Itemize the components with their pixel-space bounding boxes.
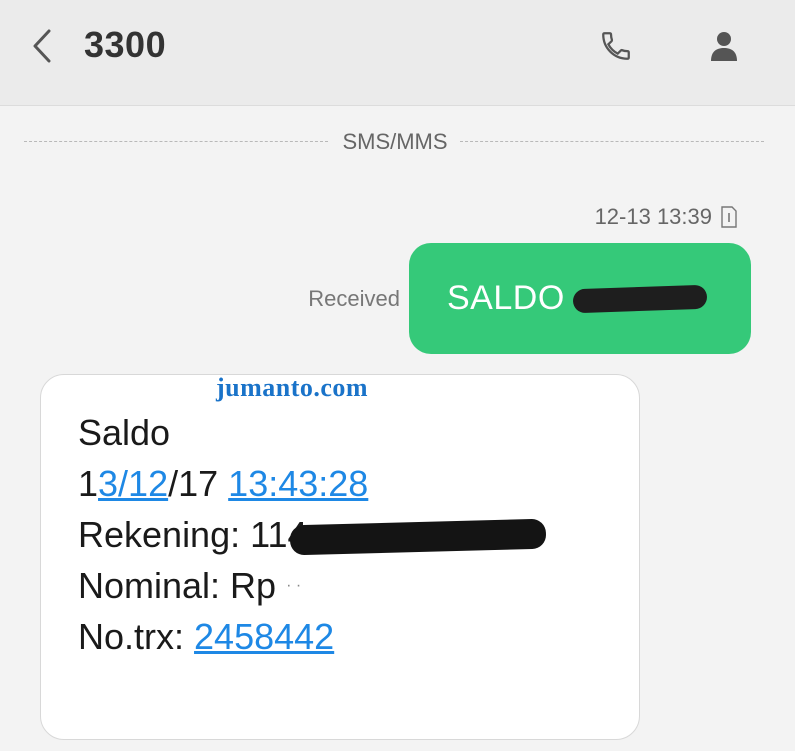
date-suffix: /17 (168, 463, 219, 504)
trx-label: No.trx: (78, 616, 185, 657)
message-timestamp: 12-13 13:39 (594, 204, 712, 229)
divider-label: SMS/MMS (342, 129, 448, 154)
contact-button[interactable] (702, 24, 746, 68)
message-type-divider: SMS/MMS (24, 128, 764, 156)
divider-line-left (24, 141, 328, 142)
message-line-trx: No.trx: 2458442 (78, 615, 334, 659)
message-line-account: Rekening: 114 (78, 513, 546, 557)
back-button[interactable] (22, 22, 62, 70)
redaction-mark (572, 284, 708, 313)
account-label: Rekening: 114 (78, 514, 308, 555)
date-link[interactable]: 3/12 (98, 463, 168, 504)
sent-message-text: SALDO (447, 279, 565, 317)
watermark: jumanto.com (216, 373, 369, 402)
divider-line-right (460, 141, 764, 142)
redaction-mark (289, 519, 546, 556)
nominal-specks: · · (286, 577, 302, 594)
message-line-datetime: 13/12/17 13:43:28 (78, 462, 368, 506)
top-bar: 3300 (0, 0, 795, 106)
person-icon (711, 32, 737, 61)
date-prefix: 1 (78, 463, 99, 504)
conversation-title: 3300 (84, 24, 167, 65)
phone-icon (602, 32, 630, 60)
trx-link[interactable]: 2458442 (194, 616, 334, 657)
call-button[interactable] (594, 24, 638, 68)
sent-message-bubble[interactable]: SALDO (409, 243, 751, 354)
message-line-nominal: Nominal: Rp · · (78, 564, 301, 608)
message-status: Received (308, 286, 400, 311)
time-link[interactable]: 13:43:28 (228, 463, 368, 504)
chevron-left-icon (33, 29, 51, 63)
nominal-label: Nominal: Rp (78, 565, 277, 606)
message-line-saldo: Saldo (78, 412, 171, 453)
sim-1-icon (721, 206, 737, 228)
